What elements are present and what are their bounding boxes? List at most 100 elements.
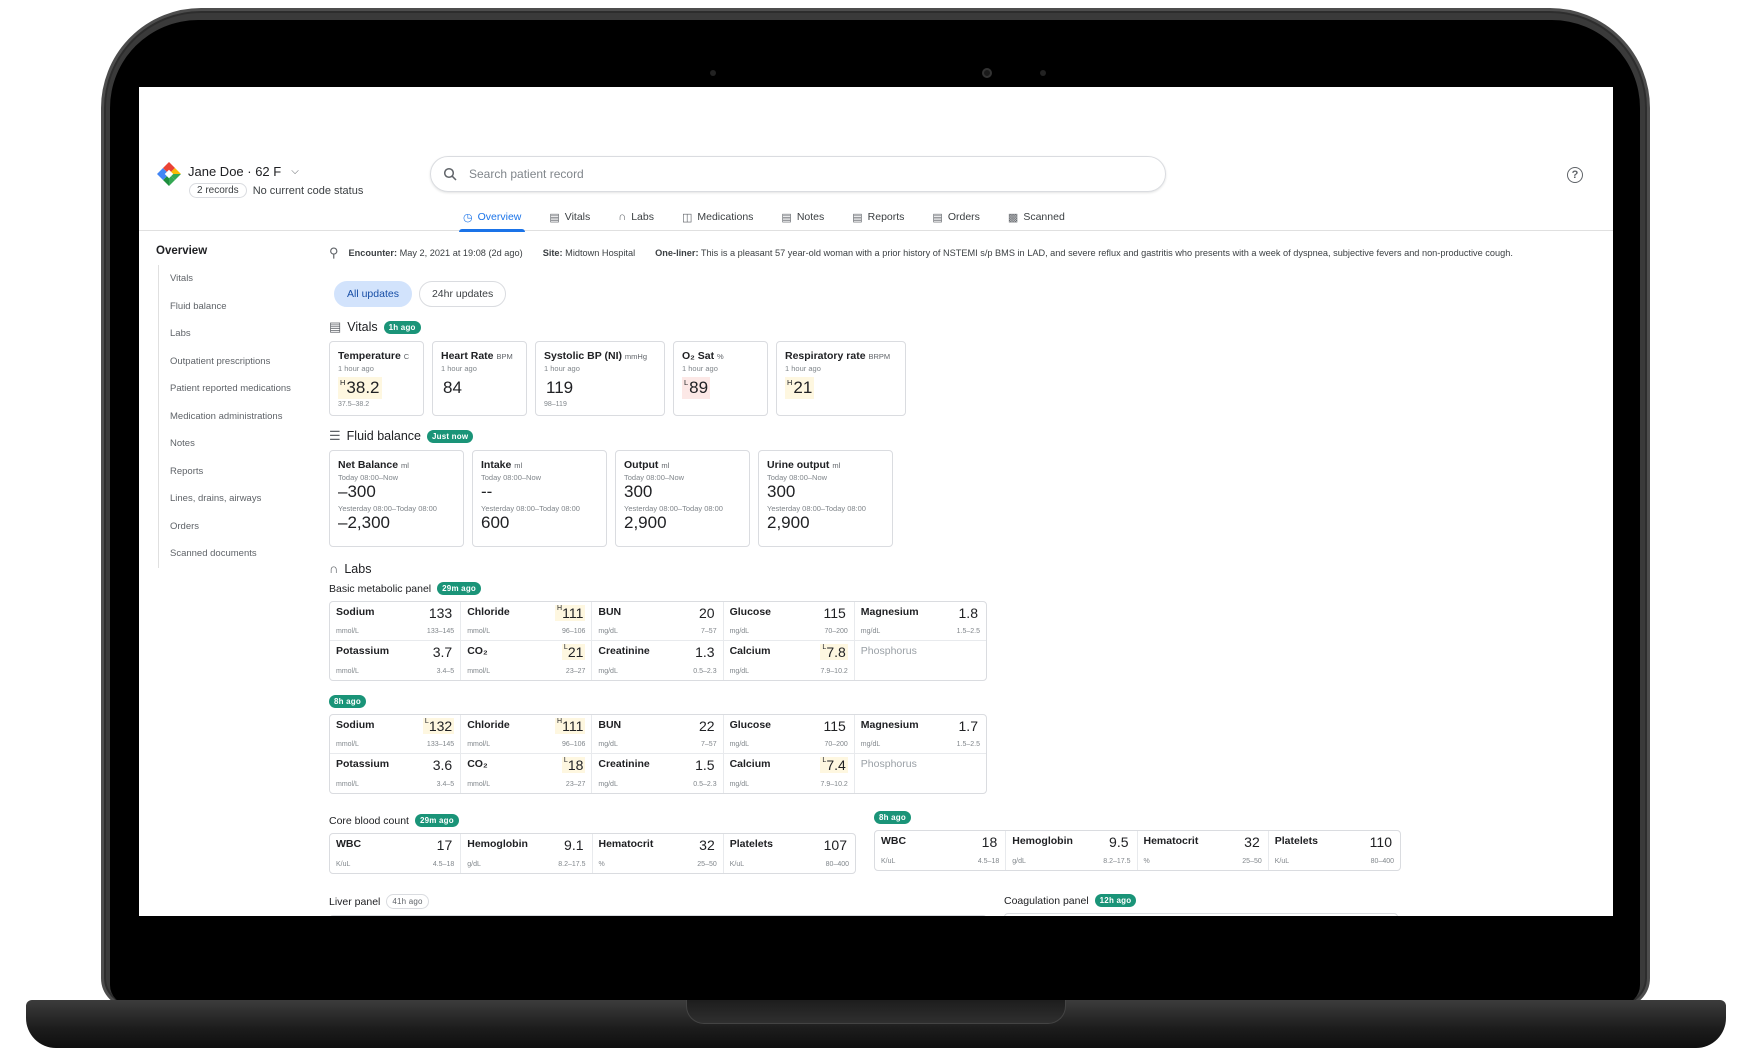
tab-medications[interactable]: ◫ Medications: [668, 203, 767, 231]
updated-badge: 8h ago: [874, 811, 911, 824]
updated-badge: 12h ago: [1094, 894, 1137, 907]
lab-cell[interactable]: Glucose mg/dL 115 70–200: [723, 715, 855, 754]
fluid-card[interactable]: Net Balance ml Today 08:00–Now –300 Yesterd…: [329, 450, 464, 547]
lab-cell[interactable]: WBC K/uL 17 4.5–18: [330, 834, 462, 873]
lab-cell[interactable]: BUN mg/dL 20 7–57: [592, 602, 724, 641]
fluid-card[interactable]: Output ml Today 08:00–Now 300 Yesterday 08:…: [615, 450, 750, 547]
lab-unit: mmol/L: [336, 781, 359, 788]
lab-value: 110: [1369, 834, 1392, 850]
lab-cell[interactable]: Calcium mg/dL L7.4 7.9–10.2: [724, 754, 855, 793]
lab-range: 8.2–17.5: [1103, 858, 1131, 865]
lab-cell[interactable]: Potassium mmol/L 3.6 3.4–5: [330, 754, 462, 793]
vitals-cards: Temperature C 1 hour ago H38.2 37.5–38.2 Hea…: [329, 341, 1599, 416]
lab-range: 4.5–18: [432, 861, 455, 868]
section-title: Labs: [344, 561, 372, 576]
sidebar-item-medication-administrations[interactable]: Medication administrations: [170, 403, 306, 431]
sidebar-item-notes[interactable]: Notes: [170, 430, 306, 458]
fluid-card[interactable]: Urine output ml Today 08:00–Now 300 Yesterd…: [758, 450, 893, 547]
lab-cell[interactable]: WBC K/uL 18 4.5–18: [875, 831, 1007, 870]
lab-cell[interactable]: Hemoglobin g/dL 9.5 8.2–17.5: [1006, 831, 1138, 870]
lab-cell[interactable]: Potassium mmol/L 3.7 3.4–5: [330, 641, 462, 680]
sidebar-item-fluid-balance[interactable]: Fluid balance: [170, 293, 306, 321]
lab-cell[interactable]: Phosphorus: [855, 641, 986, 680]
fluid-card[interactable]: Intake ml Today 08:00–Now -- Yesterday 08:0…: [472, 450, 607, 547]
lab-value: 32: [699, 837, 715, 853]
sidebar-item-outpatient-prescriptions[interactable]: Outpatient prescriptions: [170, 348, 306, 376]
lab-unit: K/uL: [1274, 858, 1290, 865]
vital-time: 1 hour ago: [338, 364, 374, 373]
vital-card[interactable]: Respiratory rate BRPM 1 hour ago H21: [776, 341, 906, 416]
lab-cell[interactable]: CO₂ mmol/L L18 23–27: [461, 754, 593, 793]
lab-range: 1.5–2.5: [956, 628, 980, 635]
lab-range: 7.9–10.2: [820, 668, 848, 675]
fluid-yesterday-label: Yesterday 08:00–Today 08:00: [767, 504, 866, 513]
help-icon[interactable]: ?: [1567, 167, 1583, 183]
patient-selector[interactable]: Jane Doe · 62 F ⌵: [188, 164, 299, 179]
lab-flag: L: [822, 757, 827, 764]
search-bar[interactable]: [430, 156, 1166, 192]
panel-title: Coagulation panel: [1004, 894, 1089, 907]
sidebar-item-scanned-documents[interactable]: Scanned documents: [170, 540, 306, 568]
stethoscope-icon: ⚲: [329, 245, 339, 260]
lab-value: 20: [699, 605, 715, 621]
vital-card[interactable]: Temperature C 1 hour ago H38.2 37.5–38.2: [329, 341, 424, 416]
app-screen: Jane Doe · 62 F ⌵ 2 records No current c…: [139, 87, 1613, 916]
fluid-unit: ml: [661, 461, 670, 470]
filter-24hr-updates[interactable]: 24hr updates: [418, 281, 507, 307]
tab-orders[interactable]: ▤ Orders: [918, 203, 994, 231]
vital-card[interactable]: Systolic BP (NI) mmHg 1 hour ago 119 98–119: [535, 341, 665, 416]
search-input[interactable]: [469, 167, 1069, 181]
lab-cell[interactable]: Hemoglobin g/dL 9.1 8.2–17.5: [461, 834, 593, 873]
notes-icon: ▤: [781, 211, 792, 224]
lab-cell[interactable]: Hematocrit% 32 25–50: [1138, 831, 1269, 870]
lab-cell[interactable]: Hematocrit% 32 25–50: [593, 834, 724, 873]
lab-cell[interactable]: Creatinine mg/dL 1.5 0.5–2.3: [592, 754, 724, 793]
lab-value: 3.6: [432, 757, 453, 773]
lab-cell[interactable]: Calcium mg/dL L7.8 7.9–10.2: [724, 641, 855, 680]
lab-value: 3.7: [432, 644, 453, 660]
records-chip[interactable]: 2 records: [189, 183, 247, 198]
fluid-unit: ml: [514, 461, 523, 470]
tab-overview[interactable]: ◷ Overview: [449, 203, 535, 232]
tab-vitals[interactable]: ▤ Vitals: [535, 203, 604, 231]
fluid-balance-header: ☰ Fluid balance Just now: [329, 428, 1599, 444]
sensor-dot: [1040, 70, 1046, 76]
lab-range: 133–145: [426, 628, 455, 635]
tab-reports[interactable]: ▤ Reports: [838, 203, 918, 231]
sidebar-item-orders[interactable]: Orders: [170, 513, 306, 541]
lab-cell[interactable]: Chloride mmol/L H111 96–106: [461, 715, 593, 754]
lab-cell[interactable]: BUN mg/dL 22 7–57: [592, 715, 724, 754]
lab-cell[interactable]: Magnesium mg/dL 1.7 1.5–2.5: [854, 715, 986, 754]
filter-all-updates[interactable]: All updates: [334, 281, 412, 307]
lab-value: 1.8: [958, 605, 978, 621]
lab-cell[interactable]: Phosphorus: [855, 754, 986, 793]
lab-cell[interactable]: CO₂ mmol/L L21 23–27: [461, 641, 593, 680]
vital-card[interactable]: O₂ Sat % 1 hour ago L89: [673, 341, 768, 416]
fluid-yesterday-value: 2,900: [767, 513, 810, 532]
sidebar-item-reports[interactable]: Reports: [170, 458, 306, 486]
lab-cell[interactable]: Creatinine mg/dL 1.3 0.5–2.3: [592, 641, 724, 680]
tab-scanned[interactable]: ▩ Scanned: [994, 203, 1079, 231]
lab-cell[interactable]: Chloride mmol/L H111 96–106: [461, 602, 593, 641]
lab-cell[interactable]: Platelets K/uL 110 80–400: [1269, 831, 1400, 870]
lab-cell[interactable]: Sodium mmol/L 133 133–145: [330, 602, 462, 641]
sensor-dot: [710, 70, 716, 76]
liver-table: [329, 915, 987, 916]
encounter-summary: ⚲ Encounter: May 2, 2021 at 19:08 (2d ag…: [329, 245, 1599, 261]
lab-cell[interactable]: Platelets K/uL 107 80–400: [724, 834, 855, 873]
lab-cell[interactable]: Glucose mg/dL 115 70–200: [723, 602, 855, 641]
sidebar-item-vitals[interactable]: Vitals: [170, 265, 306, 293]
tab-labs[interactable]: ∩ Labs: [604, 203, 668, 231]
sidebar-title[interactable]: Overview: [156, 245, 306, 257]
sidebar-item-patient-reported-medications[interactable]: Patient reported medications: [170, 375, 306, 403]
vital-value: 84: [443, 378, 462, 397]
lab-unit: mg/dL: [729, 781, 750, 788]
lab-cell[interactable]: Magnesium mg/dL 1.8 1.5–2.5: [854, 602, 986, 641]
sidebar-item-lines-drains-airways[interactable]: Lines, drains, airways: [170, 485, 306, 513]
tab-notes[interactable]: ▤ Notes: [767, 203, 838, 231]
updated-badge: 8h ago: [329, 695, 366, 708]
vital-card[interactable]: Heart Rate BPM 1 hour ago 84: [432, 341, 527, 416]
lab-unit: mmol/L: [336, 741, 359, 748]
sidebar-item-labs[interactable]: Labs: [170, 320, 306, 348]
lab-cell[interactable]: Sodium mmol/L L132 133–145: [330, 715, 462, 754]
